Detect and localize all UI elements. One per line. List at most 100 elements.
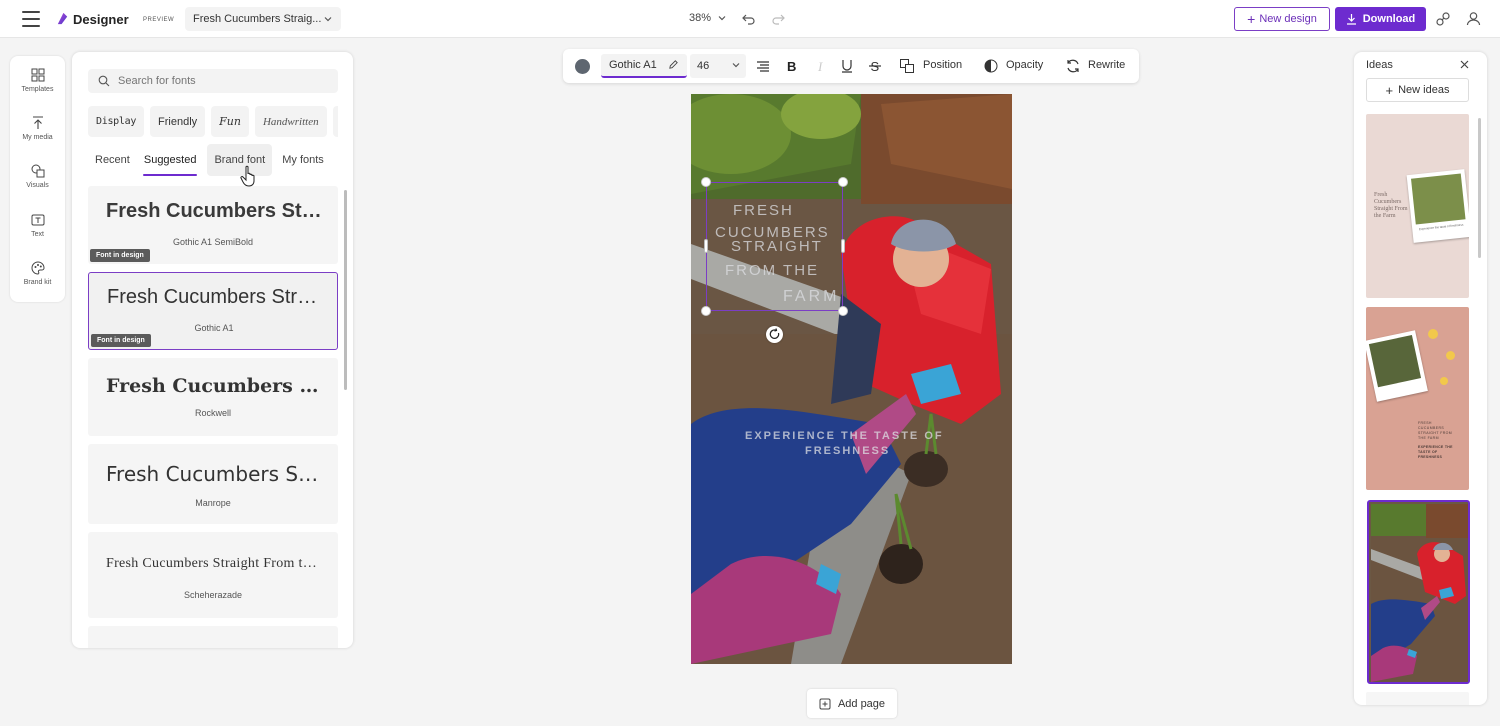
font-name: Scheherazade <box>183 590 243 600</box>
new-design-button[interactable]: + New design <box>1234 7 1330 31</box>
top-bar: Designer PREVIEW Fresh Cucumbers Straig.… <box>0 0 1500 38</box>
tab-suggested[interactable]: Suggested <box>137 144 204 176</box>
rail-item-my-media[interactable]: My media <box>10 116 65 141</box>
font-size-picker[interactable]: 46 <box>690 54 746 78</box>
garden-thumbnail <box>1371 504 1468 682</box>
flower-decoration <box>1446 351 1455 360</box>
menu-icon[interactable] <box>22 11 40 27</box>
svg-text:B: B <box>787 59 796 74</box>
rail-label: Brand kit <box>23 279 52 286</box>
designer-logo-icon <box>57 12 68 25</box>
download-button[interactable]: Download <box>1335 7 1426 31</box>
font-size-value: 46 <box>697 60 710 72</box>
font-family-value: Gothic A1 <box>609 59 657 71</box>
polaroid-photo <box>1366 330 1428 402</box>
add-page-button[interactable]: Add page <box>807 689 897 718</box>
font-sample: Fresh Cucumbers Straight From the Farm <box>106 556 324 571</box>
rail-item-visuals[interactable]: Visuals <box>10 164 65 189</box>
app-name: Designer <box>73 12 129 27</box>
cucumber-image <box>1411 173 1466 225</box>
chip-handwritten[interactable]: Handwritten <box>254 106 327 137</box>
garden-photo <box>691 94 1012 664</box>
font-panel: Display Friendly Fun Handwritten Mo Rece… <box>72 52 353 648</box>
tab-my-fonts[interactable]: My fonts <box>275 144 331 176</box>
rotate-handle[interactable] <box>766 326 783 343</box>
chip-fun[interactable]: Fun <box>211 106 249 137</box>
idea-thumbnail-partial[interactable] <box>1366 692 1469 705</box>
font-card-manrope[interactable]: Fresh Cucumbers Straight From the Farm M… <box>88 444 338 524</box>
text-color-swatch[interactable] <box>575 59 590 74</box>
account-icon[interactable] <box>1465 10 1482 27</box>
font-card-gothic-a1[interactable]: Fresh Cucumbers Straight From the Farm G… <box>88 272 338 350</box>
font-sample: Fresh Cucumbers Straight From the Farm <box>106 200 324 222</box>
resize-handle[interactable] <box>701 306 711 316</box>
redo-icon[interactable] <box>770 11 786 27</box>
chip-more[interactable]: Mo <box>332 106 338 137</box>
tab-recent[interactable]: Recent <box>88 144 137 176</box>
resize-handle[interactable] <box>838 306 848 316</box>
rail-label: My media <box>22 134 53 141</box>
bold-icon[interactable]: B <box>783 58 799 74</box>
font-card-partial[interactable] <box>88 626 338 648</box>
rewrite-icon[interactable] <box>1065 58 1081 74</box>
resize-handle[interactable] <box>838 177 848 187</box>
rail-item-text[interactable]: Text <box>10 213 65 238</box>
resize-handle-side[interactable] <box>704 239 708 253</box>
font-search[interactable] <box>88 69 338 93</box>
thumb-line: Straight From <box>1374 206 1408 212</box>
chip-friendly[interactable]: Friendly <box>150 106 206 137</box>
thumb-line: THE FARM <box>1418 436 1439 440</box>
rewrite-button[interactable]: Rewrite <box>1088 59 1125 71</box>
rail-item-templates[interactable]: Templates <box>10 68 65 93</box>
position-button[interactable]: Position <box>923 59 962 71</box>
ideas-scrollbar[interactable] <box>1478 118 1481 258</box>
italic-icon[interactable]: I <box>812 58 828 74</box>
font-list-scrollbar[interactable] <box>344 190 347 390</box>
opacity-icon[interactable] <box>983 58 999 74</box>
plus-icon: + <box>1385 82 1394 98</box>
resize-handle-side[interactable] <box>841 239 845 253</box>
font-in-design-badge: Font in design <box>90 249 150 262</box>
font-name: Gothic A1 <box>194 323 234 333</box>
align-icon[interactable] <box>755 58 771 74</box>
selection-box[interactable] <box>706 182 843 311</box>
flower-decoration <box>1440 377 1448 385</box>
rail-label: Text <box>31 231 44 238</box>
underline-icon[interactable] <box>839 58 855 74</box>
font-card-scheherazade[interactable]: Fresh Cucumbers Straight From the Farm S… <box>88 532 338 618</box>
zoom-dropdown[interactable]: 38% <box>689 12 727 24</box>
font-family-picker[interactable]: Gothic A1 <box>601 54 687 78</box>
design-title-dropdown[interactable]: Fresh Cucumbers Straig... <box>185 7 341 31</box>
close-icon[interactable] <box>1459 59 1470 70</box>
font-card-gothic-a1-semibold[interactable]: Fresh Cucumbers Straight From the Farm G… <box>88 186 338 264</box>
chip-display[interactable]: Display <box>88 106 145 137</box>
idea-thumbnail-selected[interactable] <box>1367 500 1470 684</box>
rail-label: Visuals <box>26 182 49 189</box>
idea-thumbnail[interactable]: FRESH CUCUMBERS STRAIGHT FROM THE FARM E… <box>1366 307 1469 490</box>
font-card-rockwell[interactable]: Fresh Cucumbers Straight From the Farm R… <box>88 358 338 436</box>
new-ideas-label: New ideas <box>1398 84 1450 96</box>
position-icon[interactable] <box>899 58 915 74</box>
new-ideas-button[interactable]: + New ideas <box>1366 78 1469 102</box>
resize-handle[interactable] <box>701 177 711 187</box>
upload-icon <box>32 116 43 129</box>
rail-item-brand-kit[interactable]: Brand kit <box>10 261 65 286</box>
design-title: Fresh Cucumbers Straig... <box>193 13 322 25</box>
font-category-chips: Display Friendly Fun Handwritten Mo <box>88 106 338 138</box>
thumb-line: Cucumbers <box>1374 199 1402 205</box>
left-rail: Templates My media Visuals Text Brand ki… <box>10 56 65 302</box>
thumb-caption: EXPERIENCE THE TASTE OF FRESHNESS <box>1418 445 1453 460</box>
undo-icon[interactable] <box>741 11 757 27</box>
cucumber-image <box>1368 335 1422 388</box>
opacity-button[interactable]: Opacity <box>1006 59 1043 71</box>
add-page-icon <box>819 698 831 709</box>
thumb-line: Fresh <box>1374 192 1388 198</box>
strikethrough-icon[interactable]: S <box>867 58 883 74</box>
font-search-input[interactable] <box>118 75 318 87</box>
share-icon[interactable] <box>1435 11 1451 27</box>
idea-thumbnail[interactable]: Fresh Cucumbers Straight From the Farm E… <box>1366 114 1469 298</box>
design-canvas[interactable]: FRESH CUCUMBERS STRAIGHT FROM THE FARM E… <box>691 94 1012 664</box>
chevron-down-icon <box>732 63 740 68</box>
ideas-panel: Ideas + New ideas Fresh Cucumbers Straig… <box>1354 52 1487 705</box>
hand-cursor-icon <box>240 165 255 187</box>
